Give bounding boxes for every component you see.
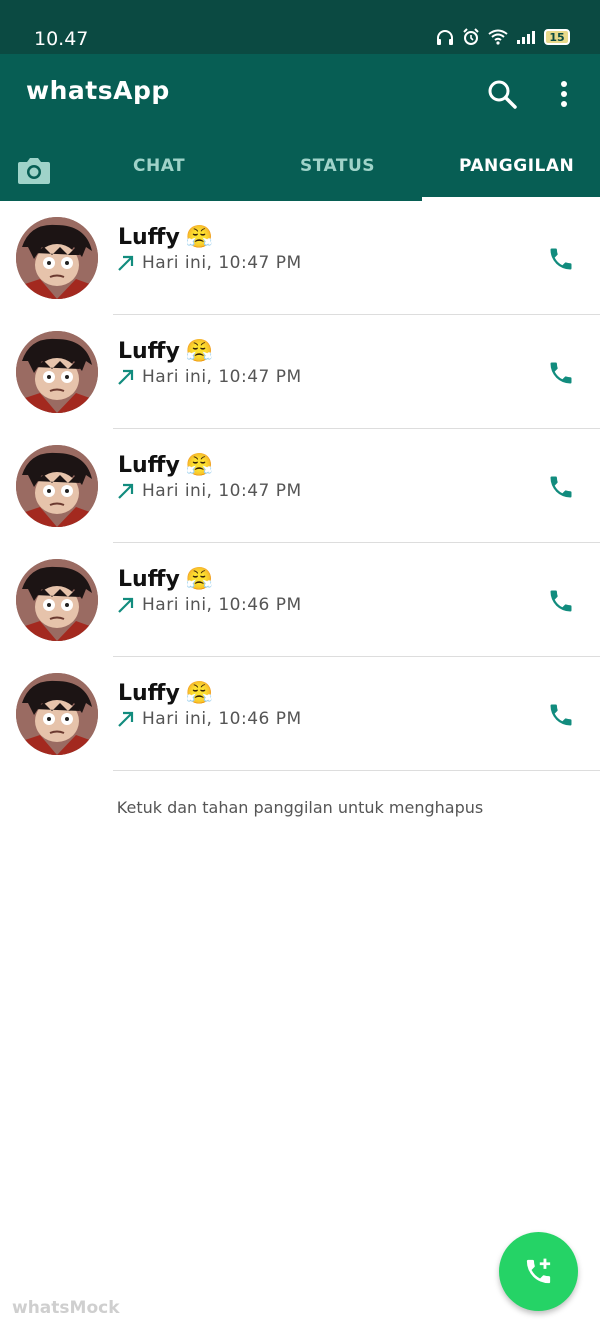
- phone-icon[interactable]: [547, 359, 575, 387]
- watermark: whatsMock: [12, 1298, 120, 1318]
- status-icons: 15: [436, 28, 570, 46]
- call-time: Hari ini, 10:47 PM: [142, 253, 302, 273]
- new-call-fab[interactable]: [499, 1232, 578, 1311]
- contact-emoji: 😤: [185, 681, 214, 706]
- contact-avatar[interactable]: [16, 559, 98, 641]
- call-meta: Hari ini, 10:47 PM: [116, 481, 302, 501]
- call-meta: Hari ini, 10:46 PM: [116, 595, 302, 615]
- battery-indicator: 15: [544, 29, 570, 45]
- outgoing-call-arrow-icon: [118, 597, 134, 613]
- tab-status[interactable]: STATUS: [300, 156, 375, 176]
- app-title: whatsApp: [26, 76, 170, 105]
- phone-icon[interactable]: [547, 587, 575, 615]
- call-time: Hari ini, 10:46 PM: [142, 709, 302, 729]
- call-log-list: Luffy 😤 Hari ini, 10:47 PM Luffy 😤 Hari in…: [0, 201, 600, 771]
- call-meta: Hari ini, 10:47 PM: [116, 253, 302, 273]
- contact-name: Luffy 😤: [118, 225, 213, 250]
- phone-icon[interactable]: [547, 473, 575, 501]
- tab-bar: CHAT STATUS PANGGILAN: [0, 142, 600, 201]
- contact-name: Luffy 😤: [118, 567, 213, 592]
- contact-name: Luffy 😤: [118, 453, 213, 478]
- contact-name-text: Luffy: [118, 339, 180, 364]
- call-log-item[interactable]: Luffy 😤 Hari ini, 10:46 PM: [0, 657, 600, 771]
- row-divider: [113, 770, 600, 771]
- signal-icon: [517, 31, 535, 44]
- app-bar: whatsApp CHAT STATUS PANGGILAN: [0, 54, 600, 201]
- contact-avatar[interactable]: [16, 217, 98, 299]
- call-time: Hari ini, 10:47 PM: [142, 367, 302, 387]
- contact-name: Luffy 😤: [118, 681, 213, 706]
- status-time: 10.47: [34, 28, 89, 50]
- contact-emoji: 😤: [185, 225, 214, 250]
- contact-avatar[interactable]: [16, 673, 98, 755]
- system-status-bar: 10.47 15: [0, 0, 600, 54]
- search-icon[interactable]: [486, 78, 518, 110]
- call-time: Hari ini, 10:46 PM: [142, 595, 302, 615]
- contact-name-text: Luffy: [118, 453, 180, 478]
- add-call-icon: [526, 1258, 551, 1284]
- call-time: Hari ini, 10:47 PM: [142, 481, 302, 501]
- contact-avatar[interactable]: [16, 331, 98, 413]
- contact-name-text: Luffy: [118, 225, 180, 250]
- call-log-item[interactable]: Luffy 😤 Hari ini, 10:47 PM: [0, 201, 600, 315]
- contact-emoji: 😤: [185, 567, 214, 592]
- contact-name-text: Luffy: [118, 681, 180, 706]
- tab-chat[interactable]: CHAT: [133, 156, 185, 176]
- call-log-item[interactable]: Luffy 😤 Hari ini, 10:47 PM: [0, 429, 600, 543]
- phone-icon[interactable]: [547, 245, 575, 273]
- alarm-icon: [463, 28, 479, 45]
- contact-name: Luffy 😤: [118, 339, 213, 364]
- contact-emoji: 😤: [185, 339, 214, 364]
- hint-text: Ketuk dan tahan panggilan untuk menghapu…: [116, 798, 484, 817]
- tab-calls[interactable]: PANGGILAN: [459, 156, 574, 176]
- more-vert-icon[interactable]: [552, 78, 576, 110]
- call-log-item[interactable]: Luffy 😤 Hari ini, 10:47 PM: [0, 315, 600, 429]
- outgoing-call-arrow-icon: [118, 711, 134, 727]
- outgoing-call-arrow-icon: [118, 483, 134, 499]
- headphones-icon: [437, 30, 453, 45]
- contact-avatar[interactable]: [16, 445, 98, 527]
- call-meta: Hari ini, 10:47 PM: [116, 367, 302, 387]
- wifi-icon: [488, 29, 508, 45]
- outgoing-call-arrow-icon: [118, 369, 134, 385]
- outgoing-call-arrow-icon: [118, 255, 134, 271]
- camera-icon[interactable]: [14, 150, 54, 190]
- call-log-item[interactable]: Luffy 😤 Hari ini, 10:46 PM: [0, 543, 600, 657]
- contact-name-text: Luffy: [118, 567, 180, 592]
- contact-emoji: 😤: [185, 453, 214, 478]
- call-meta: Hari ini, 10:46 PM: [116, 709, 302, 729]
- phone-icon[interactable]: [547, 701, 575, 729]
